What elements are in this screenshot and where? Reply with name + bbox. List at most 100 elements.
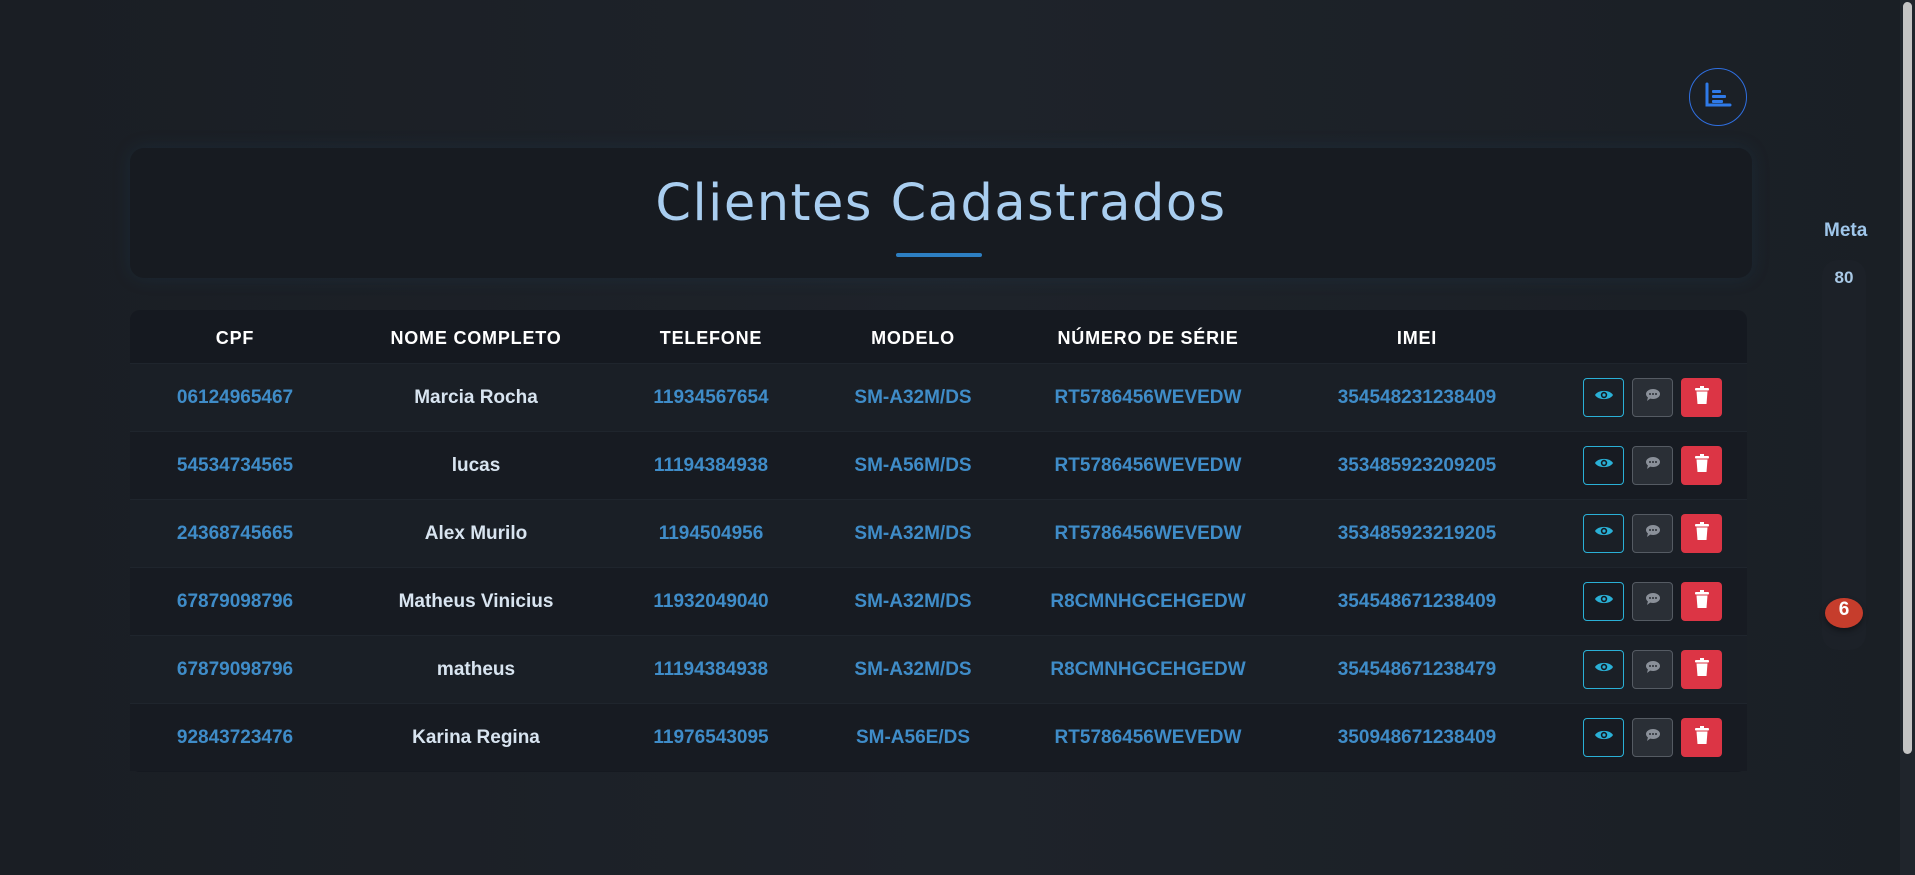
page-header: Clientes Cadastrados: [130, 148, 1752, 278]
eye-icon: [1594, 456, 1614, 475]
cell-telefone: 11976543095: [653, 727, 769, 748]
message-button[interactable]: [1632, 582, 1673, 621]
scrollbar-thumb[interactable]: [1903, 2, 1912, 754]
eye-icon: [1594, 592, 1614, 611]
cell-modelo: SM-A32M/DS: [854, 523, 972, 544]
column-header-imei: IMEI: [1396, 328, 1438, 348]
trash-icon: [1694, 590, 1709, 613]
row-actions: [1583, 446, 1722, 485]
page-scrollbar[interactable]: [1900, 0, 1915, 875]
list-chart-icon: [1704, 82, 1732, 113]
table-row: 67879098796 Matheus Vinicius 11932049040…: [130, 567, 1747, 635]
cell-serie: RT5786456WEVEDW: [1054, 455, 1242, 476]
row-actions: [1583, 718, 1722, 757]
table-row: 67879098796 matheus 11194384938 SM-A32M/…: [130, 635, 1747, 703]
message-button[interactable]: [1632, 514, 1673, 553]
view-button[interactable]: [1583, 718, 1624, 757]
cell-telefone: 11194384938: [653, 455, 769, 476]
cell-serie: RT5786456WEVEDW: [1054, 727, 1242, 748]
cell-telefone: 11932049040: [653, 591, 769, 612]
cell-modelo: SM-A32M/DS: [854, 387, 972, 408]
column-header-cpf: CPF: [215, 328, 255, 348]
cell-cpf: 67879098796: [176, 591, 294, 612]
message-button[interactable]: [1632, 378, 1673, 417]
delete-button[interactable]: [1681, 718, 1722, 757]
clients-table: CPF NOME COMPLETO TELEFONE MODELO NÚMERO…: [130, 310, 1747, 772]
view-button[interactable]: [1583, 514, 1624, 553]
cell-imei: 354548671238479: [1337, 659, 1497, 680]
comment-icon: [1645, 388, 1661, 407]
cell-nome: Matheus Vinicius: [398, 591, 554, 612]
table-row: 92843723476 Karina Regina 11976543095 SM…: [130, 703, 1747, 771]
comment-icon: [1645, 456, 1661, 475]
meta-label: Meta: [1824, 220, 1868, 241]
page-title: Clientes Cadastrados: [655, 174, 1227, 233]
table-header: CPF NOME COMPLETO TELEFONE MODELO NÚMERO…: [130, 310, 1747, 365]
cell-imei: 353485923209205: [1337, 455, 1497, 476]
comment-icon: [1645, 660, 1661, 679]
cell-cpf: 06124965467: [176, 387, 294, 408]
cell-cpf: 67879098796: [176, 659, 294, 680]
cell-telefone: 1194504956: [658, 523, 764, 544]
cell-telefone: 11934567654: [653, 387, 769, 408]
row-actions: [1583, 582, 1722, 621]
message-button[interactable]: [1632, 446, 1673, 485]
trash-icon: [1694, 522, 1709, 545]
comment-icon: [1645, 728, 1661, 747]
eye-icon: [1594, 524, 1614, 543]
cell-serie: R8CMNHGCEHGEDW: [1050, 591, 1246, 612]
delete-button[interactable]: [1681, 514, 1722, 553]
view-button[interactable]: [1583, 378, 1624, 417]
cell-nome: matheus: [436, 659, 516, 680]
column-header-modelo: MODELO: [871, 328, 955, 348]
eye-icon: [1594, 660, 1614, 679]
delete-button[interactable]: [1681, 378, 1722, 417]
column-header-nome: NOME COMPLETO: [390, 328, 562, 348]
delete-button[interactable]: [1681, 446, 1722, 485]
table-row: 54534734565 lucas 11194384938 SM-A56M/DS…: [130, 431, 1747, 499]
cell-telefone: 11194384938: [653, 659, 769, 680]
cell-modelo: SM-A56E/DS: [855, 727, 971, 748]
cell-cpf: 92843723476: [176, 727, 294, 748]
cell-modelo: SM-A56M/DS: [854, 455, 972, 476]
cell-serie: RT5786456WEVEDW: [1054, 387, 1242, 408]
table-row: 24368745665 Alex Murilo 1194504956 SM-A3…: [130, 499, 1747, 567]
trash-icon: [1694, 386, 1709, 409]
cell-serie: RT5786456WEVEDW: [1054, 523, 1242, 544]
message-button[interactable]: [1632, 650, 1673, 689]
cell-modelo: SM-A32M/DS: [854, 591, 972, 612]
delete-button[interactable]: [1681, 650, 1722, 689]
title-underline: [896, 253, 982, 257]
trash-icon: [1694, 454, 1709, 477]
column-header-serie: NÚMERO DE SÉRIE: [1057, 328, 1239, 348]
table-row: 06124965467 Marcia Rocha 11934567654 SM-…: [130, 363, 1747, 431]
cell-imei: 354548671238409: [1337, 591, 1497, 612]
view-button[interactable]: [1583, 582, 1624, 621]
view-button[interactable]: [1583, 446, 1624, 485]
cell-modelo: SM-A32M/DS: [854, 659, 972, 680]
table-body: 06124965467 Marcia Rocha 11934567654 SM-…: [130, 363, 1747, 771]
eye-icon: [1594, 728, 1614, 747]
comment-icon: [1645, 524, 1661, 543]
menu-toggle-button[interactable]: [1689, 68, 1747, 126]
row-actions: [1583, 514, 1722, 553]
cell-nome: Marcia Rocha: [414, 387, 538, 408]
delete-button[interactable]: [1681, 582, 1722, 621]
message-button[interactable]: [1632, 718, 1673, 757]
row-actions: [1583, 650, 1722, 689]
cell-nome: lucas: [451, 455, 501, 476]
cell-nome: Karina Regina: [412, 727, 540, 748]
meta-current-value: 6: [1825, 597, 1863, 628]
meta-max-value: 80: [1834, 268, 1854, 287]
trash-icon: [1694, 658, 1709, 681]
meta-progress-track: 80 6: [1822, 260, 1866, 650]
cell-imei: 354548231238409: [1337, 387, 1497, 408]
cell-serie: R8CMNHGCEHGEDW: [1050, 659, 1246, 680]
cell-cpf: 54534734565: [176, 455, 294, 476]
trash-icon: [1694, 726, 1709, 749]
eye-icon: [1594, 388, 1614, 407]
comment-icon: [1645, 592, 1661, 611]
cell-cpf: 24368745665: [176, 523, 294, 544]
view-button[interactable]: [1583, 650, 1624, 689]
cell-imei: 350948671238409: [1337, 727, 1497, 748]
